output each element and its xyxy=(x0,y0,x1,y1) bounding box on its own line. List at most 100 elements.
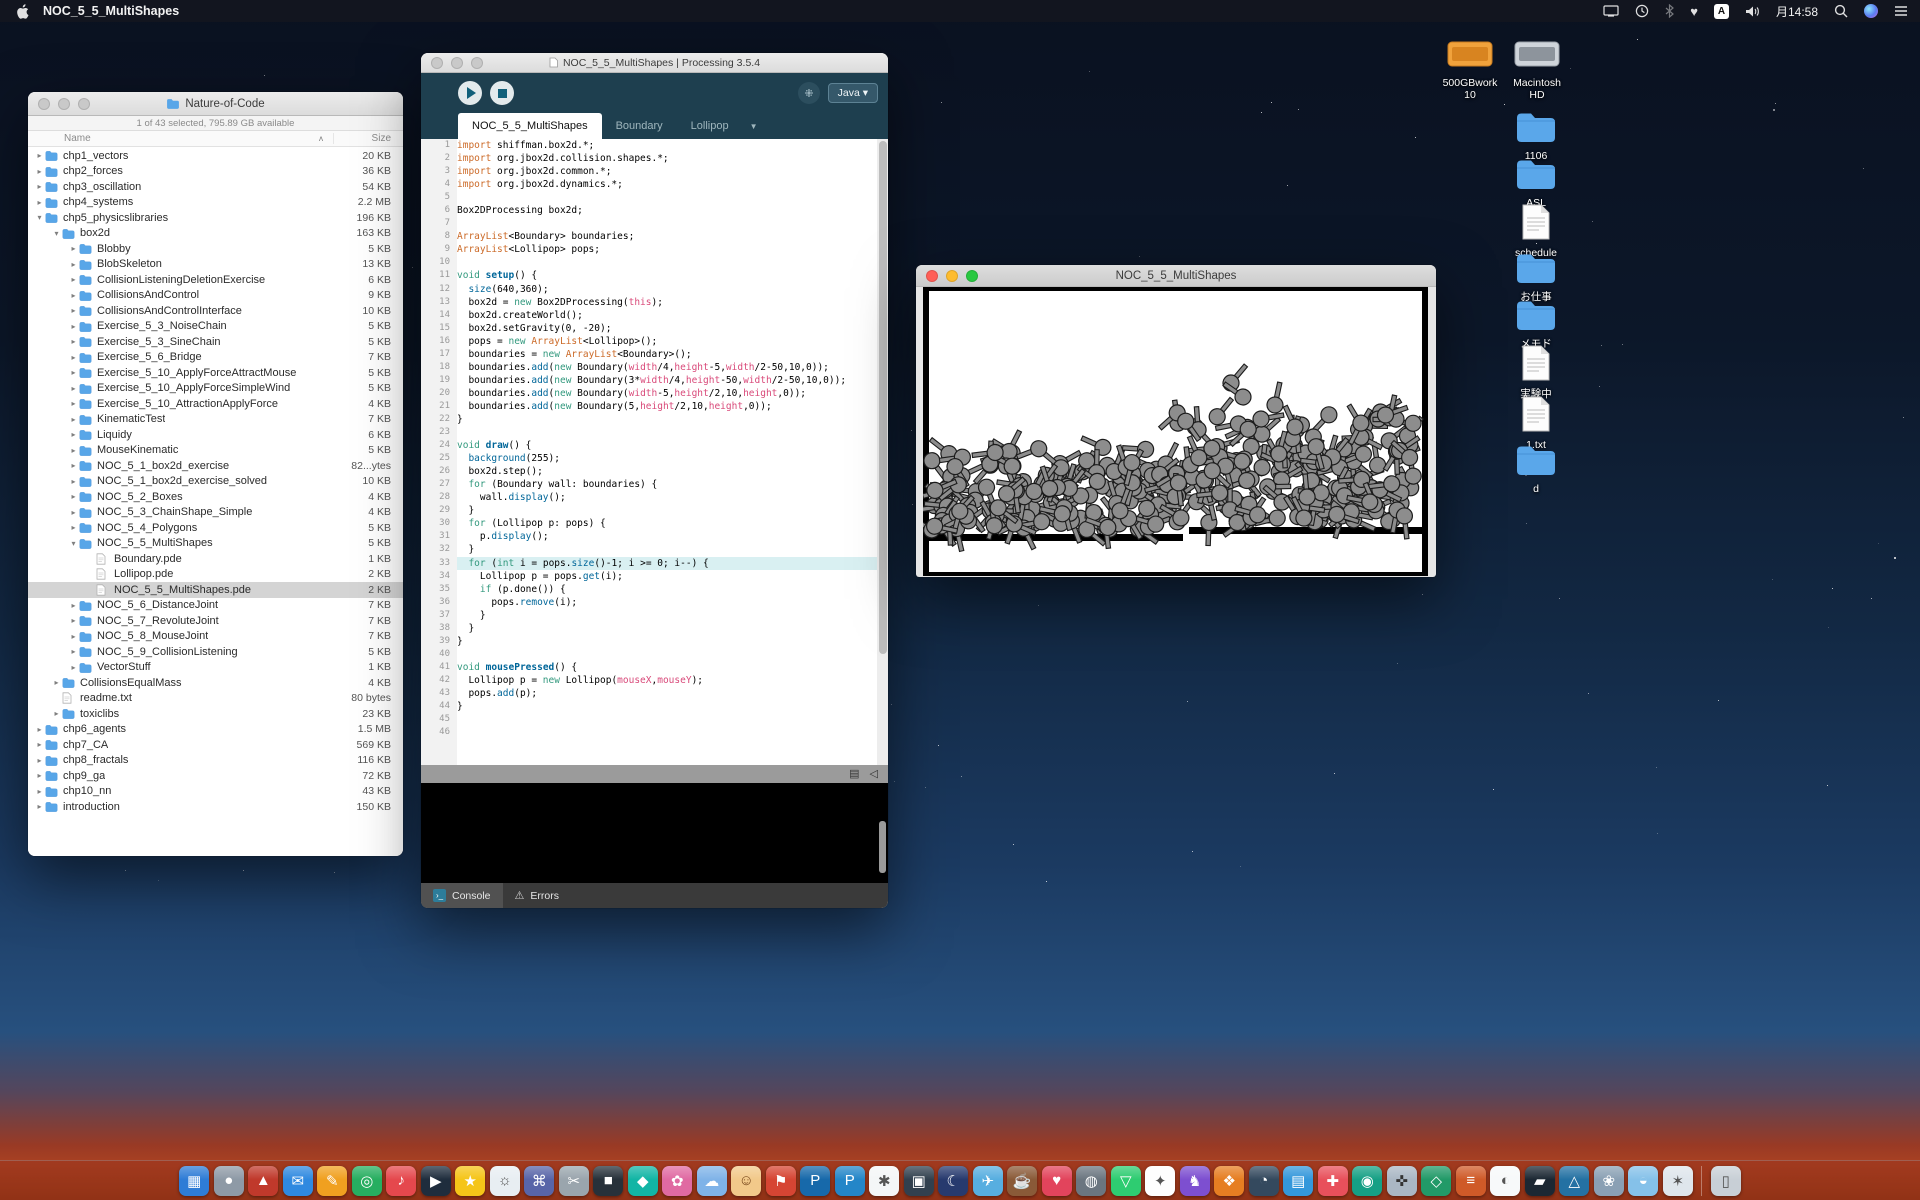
finder-row[interactable]: NOC_5_5_MultiShapes.pde 2 KB xyxy=(28,582,403,598)
code-line[interactable]: 8 ArrayList<Boundary> boundaries; xyxy=(421,230,888,244)
code-line[interactable]: 23 xyxy=(421,426,888,440)
menubar-app-name[interactable]: NOC_5_5_MultiShapes xyxy=(43,4,179,18)
finder-row[interactable]: ▸ MouseKinematic 5 KB xyxy=(28,443,403,459)
disclosure-triangle-icon[interactable]: ▸ xyxy=(68,384,79,393)
screen-mirroring-icon[interactable] xyxy=(1603,5,1619,17)
code-line[interactable]: 11 void setup() { xyxy=(421,269,888,283)
finder-row[interactable]: ▸ NOC_5_8_MouseJoint 7 KB xyxy=(28,629,403,645)
dock-icon-dock-app-42[interactable]: ❀ xyxy=(1593,1165,1624,1196)
desktop-icon-d[interactable]: d xyxy=(1504,443,1568,495)
minimize-button[interactable] xyxy=(58,97,70,110)
close-button[interactable] xyxy=(38,97,50,110)
finder-row[interactable]: ▸ Exercise_5_10_ApplyForceAttractMouse 5 K… xyxy=(28,365,403,381)
code-line[interactable]: 20 boundaries.add(new Boundary(width-5,h… xyxy=(421,386,888,400)
debug-button[interactable]: ⁜ xyxy=(798,82,820,104)
disclosure-triangle-icon[interactable]: ▸ xyxy=(68,492,79,501)
heart-icon[interactable]: ♥ xyxy=(1690,4,1698,19)
disclosure-triangle-icon[interactable]: ▸ xyxy=(68,260,79,269)
dock-icon-dock-app-22[interactable]: ▣ xyxy=(903,1165,934,1196)
dock-icon-dock-app-37[interactable]: ◇ xyxy=(1421,1165,1452,1196)
dock-icon-dock-app-18[interactable]: ⚑ xyxy=(765,1165,796,1196)
sketch-titlebar[interactable]: NOC_5_5_MultiShapes xyxy=(916,265,1436,287)
mode-selector-button[interactable]: Java ▾ xyxy=(827,83,878,103)
disclosure-triangle-icon[interactable]: ▸ xyxy=(34,787,45,796)
finder-row[interactable]: ▸ NOC_5_3_ChainShape_Simple 4 KB xyxy=(28,505,403,521)
spotlight-icon[interactable] xyxy=(1834,4,1848,18)
editor-tab-Boundary[interactable]: Boundary xyxy=(602,113,677,139)
code-line[interactable]: 35 if (p.done()) { xyxy=(421,582,888,596)
code-line[interactable]: 37 } xyxy=(421,608,888,622)
bluetooth-icon[interactable] xyxy=(1665,4,1675,18)
errors-tab[interactable]: ⚠ Errors xyxy=(503,883,571,908)
code-line[interactable]: 15 box2d.setGravity(0, -20); xyxy=(421,321,888,335)
dock-icon-dock-app-6[interactable]: ◎ xyxy=(351,1165,382,1196)
code-line[interactable]: 39} xyxy=(421,634,888,648)
disclosure-triangle-icon[interactable]: ▸ xyxy=(68,306,79,315)
code-line[interactable]: 40 xyxy=(421,647,888,661)
dock-icon-dock-app-32[interactable]: ◔ xyxy=(1248,1165,1279,1196)
code-line[interactable]: 46 xyxy=(421,726,888,740)
dock-icon-dock-app-9[interactable]: ★ xyxy=(455,1165,486,1196)
dock-icon-dock-app-10[interactable]: ☼ xyxy=(489,1165,520,1196)
tab-menu-icon[interactable]: ▼ xyxy=(743,113,765,139)
dock-icon-dock-app-35[interactable]: ◉ xyxy=(1352,1165,1383,1196)
finder-row[interactable]: ▸ chp3_oscillation 54 KB xyxy=(28,179,403,195)
code-line[interactable]: 1 import shiffman.box2d.*; xyxy=(421,139,888,153)
disclosure-triangle-icon[interactable]: ▸ xyxy=(68,337,79,346)
disclosure-triangle-icon[interactable]: ▸ xyxy=(68,415,79,424)
dock-icon-dock-app-29[interactable]: ✦ xyxy=(1145,1165,1176,1196)
finder-row[interactable]: ▸ chp7_CA 569 KB xyxy=(28,737,403,753)
finder-row[interactable]: readme.txt 80 bytes xyxy=(28,691,403,707)
disclosure-triangle-icon[interactable]: ▸ xyxy=(68,244,79,253)
dock-icon-dock-app-39[interactable]: ◐ xyxy=(1490,1165,1521,1196)
console-grid-icon[interactable]: ▤ xyxy=(849,765,859,783)
column-header-size[interactable]: Size xyxy=(333,133,403,144)
code-line[interactable]: 45 xyxy=(421,713,888,727)
disclosure-triangle-icon[interactable]: ▸ xyxy=(34,740,45,749)
notification-center-icon[interactable] xyxy=(1894,5,1908,17)
disclosure-triangle-icon[interactable]: ▸ xyxy=(68,477,79,486)
finder-row[interactable]: ▸ CollisionListeningDeletionExercise 6 KB xyxy=(28,272,403,288)
code-line[interactable]: 30 for (Lollipop p: pops) { xyxy=(421,517,888,531)
code-line[interactable]: 18 boundaries.add(new Boundary(width/4,h… xyxy=(421,360,888,374)
dock-icon-dock-app-28[interactable]: ▽ xyxy=(1110,1165,1141,1196)
dock-icon-dock-app-36[interactable]: ✜ xyxy=(1386,1165,1417,1196)
finder-row[interactable]: ▸ NOC_5_9_CollisionListening 5 KB xyxy=(28,644,403,660)
disclosure-triangle-icon[interactable]: ▾ xyxy=(68,539,79,548)
desktop-icon-500GBwork 10[interactable]: 500GBwork 10 xyxy=(1438,38,1502,101)
disclosure-triangle-icon[interactable]: ▸ xyxy=(34,198,45,207)
dock-icon-dock-app-3[interactable]: ▲ xyxy=(248,1165,279,1196)
dock-icon-processing-2[interactable]: P xyxy=(834,1165,865,1196)
dock-icon-dock-app-30[interactable]: ♞ xyxy=(1179,1165,1210,1196)
finder-row[interactable]: ▸ NOC_5_6_DistanceJoint 7 KB xyxy=(28,598,403,614)
dock-icon-dock-app-38[interactable]: ≡ xyxy=(1455,1165,1486,1196)
dock-icon-dock-app-34[interactable]: ✚ xyxy=(1317,1165,1348,1196)
disclosure-triangle-icon[interactable]: ▸ xyxy=(51,709,62,718)
code-line[interactable]: 38 } xyxy=(421,621,888,635)
disclosure-triangle-icon[interactable]: ▸ xyxy=(68,430,79,439)
code-line[interactable]: 42 Lollipop p = new Lollipop(mouseX,mous… xyxy=(421,673,888,687)
finder-row[interactable]: ▸ chp2_forces 36 KB xyxy=(28,164,403,180)
code-line[interactable]: 19 boundaries.add(new Boundary(3*width/4… xyxy=(421,373,888,387)
dock-icon-dock-app-4[interactable]: ✉ xyxy=(282,1165,313,1196)
dock-icon-processing[interactable]: P xyxy=(800,1165,831,1196)
disclosure-triangle-icon[interactable]: ▸ xyxy=(34,771,45,780)
disclosure-triangle-icon[interactable]: ▸ xyxy=(68,368,79,377)
disclosure-triangle-icon[interactable]: ▸ xyxy=(68,322,79,331)
finder-row[interactable]: ▸ BlobSkeleton 13 KB xyxy=(28,257,403,273)
code-line[interactable]: 10 xyxy=(421,256,888,270)
finder-row[interactable]: ▸ introduction 150 KB xyxy=(28,799,403,815)
code-line[interactable]: 16 pops = new ArrayList<Lollipop>(); xyxy=(421,334,888,348)
disclosure-triangle-icon[interactable]: ▸ xyxy=(34,167,45,176)
disclosure-triangle-icon[interactable]: ▸ xyxy=(68,508,79,517)
code-line[interactable]: 28 wall.display(); xyxy=(421,491,888,505)
dock-icon-dock-app-21[interactable]: ✱ xyxy=(869,1165,900,1196)
desktop-icon-1106[interactable]: 1106 xyxy=(1504,110,1568,162)
dock-icon-dock-app-27[interactable]: ◍ xyxy=(1076,1165,1107,1196)
siri-icon[interactable] xyxy=(1864,4,1878,18)
dock-icon-dock-app-12[interactable]: ✂ xyxy=(558,1165,589,1196)
disclosure-triangle-icon[interactable]: ▾ xyxy=(34,213,45,222)
disclosure-triangle-icon[interactable]: ▸ xyxy=(68,663,79,672)
dock-icon-dock-app-11[interactable]: ⌘ xyxy=(524,1165,555,1196)
finder-titlebar[interactable]: Nature-of-Code xyxy=(28,92,403,116)
